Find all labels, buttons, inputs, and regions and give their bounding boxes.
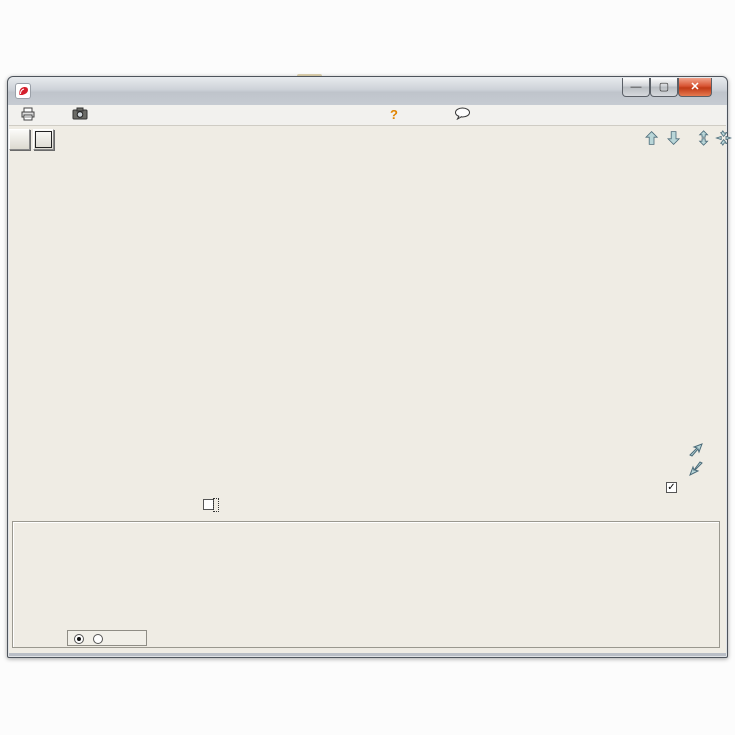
compress-vertical-icon[interactable] — [715, 130, 732, 146]
scale-arrow-buttons — [645, 130, 732, 146]
help-icon: ? — [390, 107, 398, 122]
diagonal-arrow-buttons — [689, 443, 703, 477]
expand-vertical-icon[interactable] — [698, 130, 709, 146]
impulse-plot — [8, 519, 720, 631]
checkbox-box[interactable] — [203, 499, 214, 510]
close-button[interactable]: ✕ — [678, 78, 712, 97]
app-icon — [15, 83, 31, 99]
screenshot-root: { "window": { "title": "OmniMic - Waterf… — [0, 0, 735, 735]
lin-radio[interactable] — [74, 633, 84, 645]
lin-log-groupbox — [67, 630, 147, 646]
log-radio[interactable] — [93, 633, 104, 645]
shift-down-icon[interactable] — [667, 131, 681, 145]
camera-icon — [72, 107, 88, 120]
title-bar[interactable]: — ▢ ✕ — [8, 77, 727, 105]
minimize-button[interactable]: — — [622, 78, 650, 97]
checkbox-box[interactable]: ✓ — [666, 482, 677, 493]
arrow-sw-icon[interactable] — [689, 461, 703, 477]
auto-checkbox[interactable]: ✓ — [666, 479, 677, 493]
speech-bubble-icon — [455, 107, 470, 121]
maximize-button[interactable]: ▢ — [650, 78, 678, 97]
waterfall-plot — [6, 122, 722, 518]
shift-up-icon[interactable] — [645, 131, 659, 145]
eq-flat-checkbox[interactable] — [203, 498, 219, 512]
printer-icon — [21, 107, 35, 121]
arrow-ne-icon[interactable] — [689, 443, 703, 457]
